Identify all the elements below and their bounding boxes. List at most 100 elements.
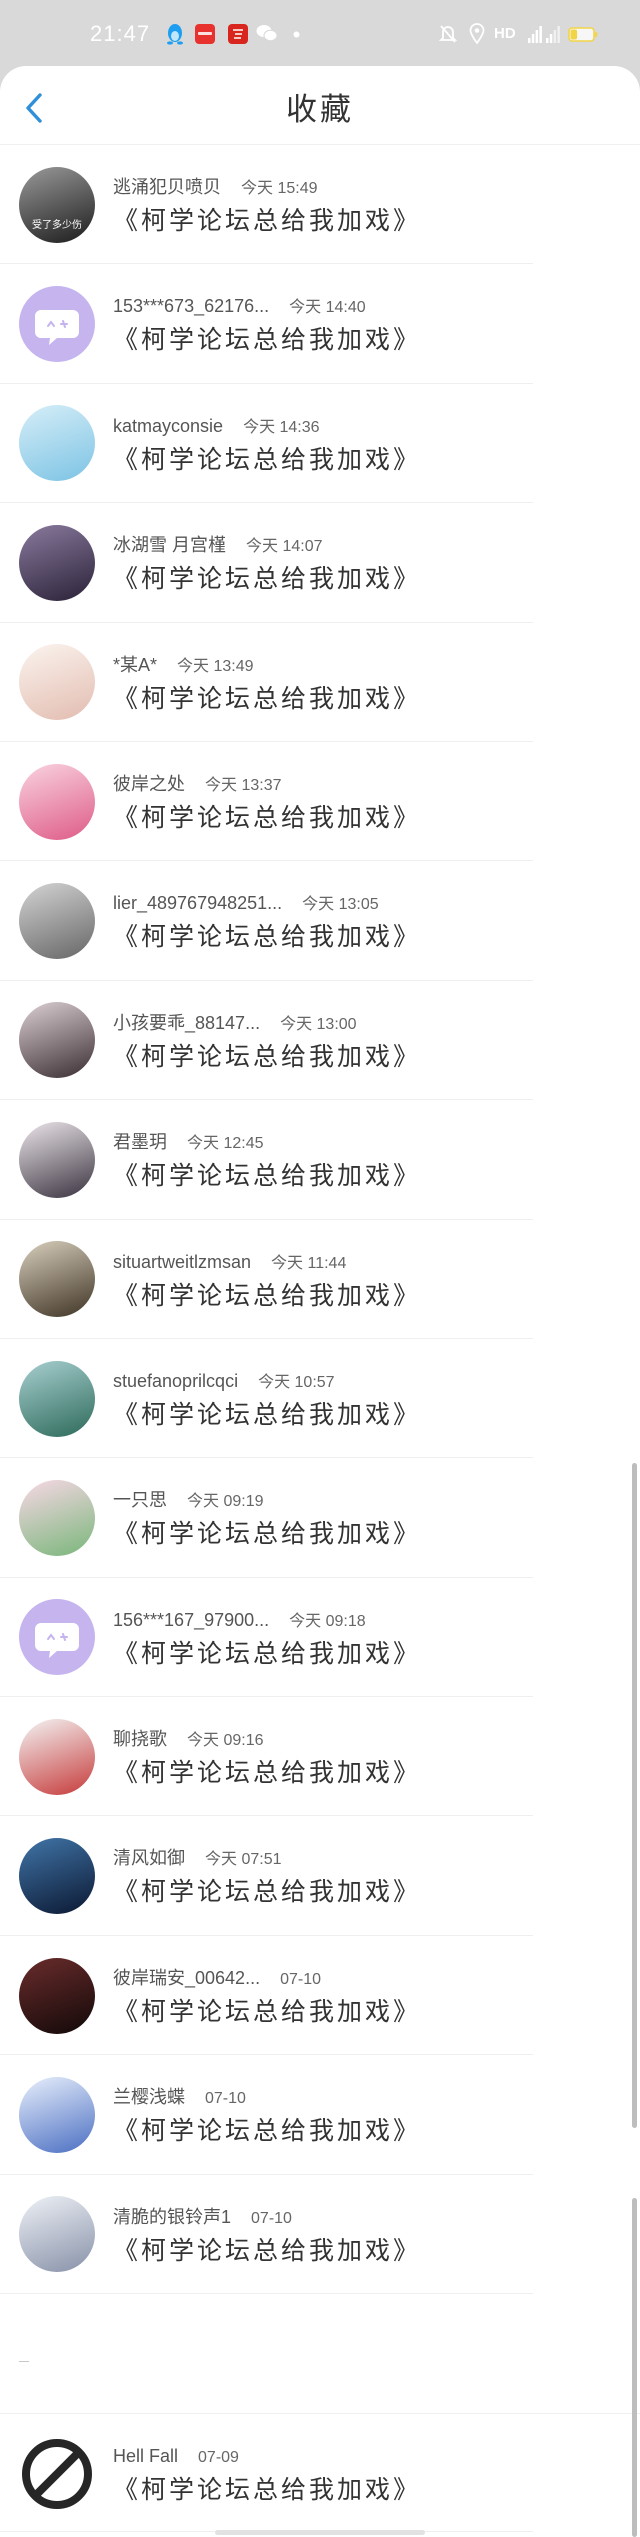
timestamp: 今天 13:05 bbox=[302, 896, 379, 914]
user-name[interactable]: lier_489767948251... bbox=[113, 893, 282, 913]
divider bbox=[0, 2293, 533, 2295]
item-meta: situartweitlzmsan 今天 11:44 bbox=[113, 1250, 346, 1274]
mute-icon bbox=[439, 25, 457, 43]
timestamp: 今天 12:45 bbox=[187, 1135, 264, 1153]
message-preview: 《柯学论坛总给我加戏》 bbox=[113, 684, 422, 713]
avatar[interactable] bbox=[19, 2196, 95, 2273]
location-icon bbox=[469, 23, 485, 44]
item-meta: 冰湖雪 月宫槿 今天 14:07 bbox=[113, 533, 323, 557]
item-meta: 153***673_62176... 今天 14:40 bbox=[113, 294, 366, 318]
favorite-item[interactable]: 彼岸瑞安_00642... 07-10 《柯学论坛总给我加戏》 bbox=[0, 1936, 640, 2056]
avatar[interactable] bbox=[19, 2076, 95, 2153]
favorite-item[interactable]: Hell Fall 07-09 《柯学论坛总给我加戏》 bbox=[0, 2412, 640, 2533]
signal-icon bbox=[546, 26, 560, 43]
message-preview: 《柯学论坛总给我加戏》 bbox=[113, 207, 422, 235]
app-notification-icon bbox=[228, 24, 248, 44]
item-meta: 156***167_97900... 今天 09:18 bbox=[113, 1608, 366, 1632]
avatar[interactable] bbox=[19, 883, 95, 960]
favorite-item[interactable]: 兰樱浅蝶 07-10 《柯学论坛总给我加戏》 bbox=[0, 2055, 640, 2175]
user-name[interactable]: 兰樱浅蝶 bbox=[113, 2087, 185, 2107]
user-name[interactable]: 156***167_97900... bbox=[113, 1610, 269, 1630]
scrollbar-segment[interactable] bbox=[632, 2198, 637, 2537]
avatar[interactable] bbox=[19, 1838, 95, 1915]
status-time: 21:47 bbox=[90, 21, 151, 46]
user-name[interactable]: 一只思 bbox=[113, 1490, 167, 1510]
timestamp: 07-10 bbox=[205, 2090, 246, 2108]
user-name[interactable]: 冰湖雪 月宫槿 bbox=[113, 535, 226, 555]
item-meta: Hell Fall 07-09 bbox=[113, 2444, 239, 2468]
signal-icon bbox=[528, 26, 542, 43]
avatar[interactable] bbox=[19, 1360, 95, 1437]
qq-icon bbox=[167, 24, 183, 45]
avatar[interactable] bbox=[19, 2435, 95, 2512]
favorite-item[interactable]: 153***673_62176... 今天 14:40 《柯学论坛总给我加戏》 bbox=[0, 264, 640, 384]
avatar[interactable] bbox=[19, 405, 95, 482]
message-preview: 《柯学论坛总给我加戏》 bbox=[113, 445, 422, 474]
avatar[interactable] bbox=[19, 524, 95, 601]
timestamp: 今天 11:44 bbox=[271, 1254, 347, 1272]
message-preview: 《柯学论坛总给我加戏》 bbox=[113, 1042, 422, 1071]
avatar[interactable] bbox=[19, 1599, 95, 1676]
favorite-item[interactable]: 一只思 今天 09:19 《柯学论坛总给我加戏》 bbox=[0, 1458, 640, 1578]
user-name[interactable]: Hell Fall bbox=[113, 2446, 178, 2466]
message-preview: 《柯学论坛总给我加戏》 bbox=[113, 1759, 422, 1788]
favorite-item[interactable]: 清风如御 今天 07:51 《柯学论坛总给我加戏》 bbox=[0, 1816, 640, 1936]
favorite-item[interactable]: 彼岸之处 今天 13:37 《柯学论坛总给我加戏》 bbox=[0, 742, 640, 862]
message-preview: 《柯学论坛总给我加戏》 bbox=[113, 565, 422, 594]
timestamp: 今天 13:00 bbox=[280, 1015, 357, 1033]
message-preview: 《柯学论坛总给我加戏》 bbox=[113, 1400, 422, 1429]
user-name[interactable]: stuefanoprilcqci bbox=[113, 1371, 238, 1391]
message-preview: 《柯学论坛总给我加戏》 bbox=[113, 2117, 422, 2146]
avatar[interactable] bbox=[19, 1479, 95, 1556]
user-name[interactable]: 小孩要乖_88147... bbox=[113, 1013, 260, 1033]
favorite-item[interactable]: 冰湖雪 月宫槿 今天 14:07 《柯学论坛总给我加戏》 bbox=[0, 503, 640, 623]
item-meta: *某A* 今天 13:49 bbox=[113, 653, 254, 677]
favorite-item[interactable]: 小孩要乖_88147... 今天 13:00 《柯学论坛总给我加戏》 bbox=[0, 981, 640, 1101]
avatar[interactable] bbox=[19, 1718, 95, 1795]
favorite-item[interactable]: 聊挠歌 今天 09:16 《柯学论坛总给我加戏》 bbox=[0, 1697, 640, 1817]
favorite-item[interactable]: lier_489767948251... 今天 13:05 《柯学论坛总给我加戏》 bbox=[0, 861, 640, 981]
favorites-list: 受了多少伤 逃涌犯贝喷贝 今天 15:49 《柯学论坛总给我加戏》 153***6… bbox=[0, 145, 640, 2533]
home-indicator[interactable] bbox=[215, 2530, 425, 2535]
message-preview: 《柯学论坛总给我加戏》 bbox=[113, 2475, 422, 2504]
avatar[interactable] bbox=[19, 1002, 95, 1079]
item-meta: 一只思 今天 09:19 bbox=[113, 1488, 264, 1512]
favorite-item[interactable]: 君墨玥 今天 12:45 《柯学论坛总给我加戏》 bbox=[0, 1100, 640, 1220]
timestamp: 今天 09:18 bbox=[289, 1612, 366, 1630]
favorite-item[interactable]: 受了多少伤 逃涌犯贝喷贝 今天 15:49 《柯学论坛总给我加戏》 bbox=[0, 145, 640, 265]
user-name[interactable]: 聊挠歌 bbox=[113, 1729, 167, 1749]
avatar[interactable] bbox=[19, 1121, 95, 1198]
user-name[interactable]: 彼岸瑞安_00642... bbox=[113, 1968, 260, 1988]
user-name[interactable]: 彼岸之处 bbox=[113, 774, 185, 794]
user-name[interactable]: 君墨玥 bbox=[113, 1132, 167, 1152]
user-name[interactable]: *某A* bbox=[113, 655, 157, 675]
favorite-item[interactable]: situartweitlzmsan 今天 11:44 《柯学论坛总给我加戏》 bbox=[0, 1220, 640, 1339]
more-dot-icon bbox=[293, 31, 300, 38]
user-name[interactable]: situartweitlzmsan bbox=[113, 1252, 251, 1272]
user-name[interactable]: 153***673_62176... bbox=[113, 296, 269, 316]
timestamp: 今天 14:36 bbox=[243, 418, 320, 436]
avatar[interactable] bbox=[19, 763, 95, 840]
user-name[interactable]: 清风如御 bbox=[113, 1848, 185, 1868]
message-preview: 《柯学论坛总给我加戏》 bbox=[113, 803, 422, 832]
avatar[interactable] bbox=[19, 644, 95, 721]
item-meta: 逃涌犯贝喷贝 今天 15:49 bbox=[113, 175, 318, 199]
timestamp: 今天 15:49 bbox=[241, 180, 318, 197]
user-name[interactable]: 逃涌犯贝喷贝 bbox=[113, 177, 221, 197]
favorite-item[interactable]: 156***167_97900... 今天 09:18 《柯学论坛总给我加戏》 bbox=[0, 1578, 640, 1698]
user-name[interactable]: 清脆的银铃声1 bbox=[113, 2207, 231, 2227]
favorite-item[interactable]: *某A* 今天 13:49 《柯学论坛总给我加戏》 bbox=[0, 623, 640, 742]
favorite-item[interactable]: 清脆的银铃声1 07-10 《柯学论坛总给我加戏》 bbox=[0, 2175, 640, 2295]
timestamp: 07-09 bbox=[198, 2448, 239, 2466]
avatar[interactable] bbox=[19, 1957, 95, 2034]
scrollbar[interactable] bbox=[632, 1463, 637, 2128]
chat-bubble-icon bbox=[35, 1623, 79, 1659]
timestamp: 今天 13:37 bbox=[205, 776, 282, 794]
favorite-item[interactable]: stuefanoprilcqci 今天 10:57 《柯学论坛总给我加戏》 bbox=[0, 1339, 640, 1459]
message-preview: 《柯学论坛总给我加戏》 bbox=[113, 2236, 422, 2265]
avatar[interactable]: 受了多少伤 bbox=[19, 166, 95, 243]
user-name[interactable]: katmayconsie bbox=[113, 416, 223, 436]
favorite-item[interactable]: katmayconsie 今天 14:36 《柯学论坛总给我加戏》 bbox=[0, 384, 640, 504]
avatar[interactable] bbox=[19, 1241, 95, 1318]
avatar[interactable] bbox=[19, 286, 95, 363]
